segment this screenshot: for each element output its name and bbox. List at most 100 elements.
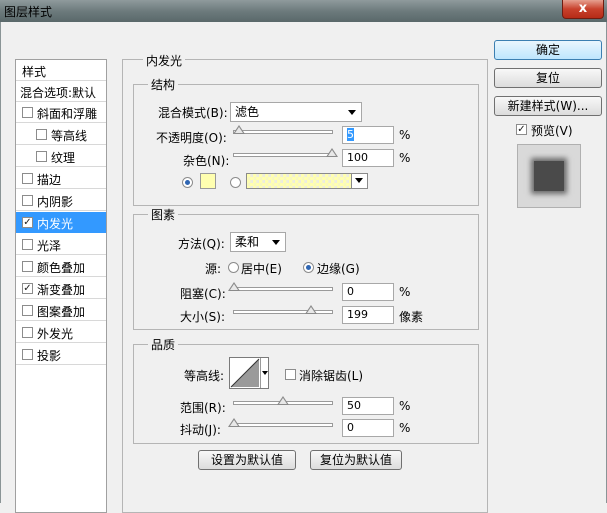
style-item[interactable]: 颜色叠加 xyxy=(16,256,106,277)
chevron-down-icon xyxy=(355,178,363,183)
jitter-slider[interactable] xyxy=(228,418,333,427)
source-label: 源: xyxy=(205,262,222,276)
window-title: 图层样式 xyxy=(4,5,53,19)
noise-slider[interactable] xyxy=(233,148,338,157)
style-item[interactable]: 斜面和浮雕 xyxy=(16,102,106,123)
contour-dropdown[interactable] xyxy=(260,358,268,388)
opacity-input[interactable]: 5 xyxy=(342,126,394,144)
make-default-button[interactable]: 设置为默认值 xyxy=(198,450,296,470)
source-center-radio[interactable] xyxy=(228,262,239,273)
noise-label: 杂色(N): xyxy=(183,154,230,168)
style-item-label: 外发光 xyxy=(37,327,74,341)
style-item-checkbox[interactable] xyxy=(22,173,33,184)
style-item-checkbox[interactable] xyxy=(36,129,47,140)
ok-button[interactable]: 确定 xyxy=(494,40,602,60)
source-edge-label: 边缘(G) xyxy=(317,262,360,276)
styles-header[interactable]: 样式 xyxy=(16,60,106,81)
range-label: 范围(R): xyxy=(180,401,226,415)
style-item[interactable]: 内发光 xyxy=(16,212,106,233)
title-bar[interactable]: 图层样式 x xyxy=(0,0,607,22)
styles-list: 样式 混合选项:默认 斜面和浮雕等高线纹理描边内阴影内发光光泽颜色叠加渐变叠加图… xyxy=(15,59,107,513)
size-slider-thumb[interactable] xyxy=(305,305,318,314)
noise-slider-thumb[interactable] xyxy=(326,148,338,157)
style-item-checkbox[interactable] xyxy=(22,261,33,272)
style-item-checkbox[interactable] xyxy=(22,239,33,250)
preview-label: 预览(V) xyxy=(531,124,573,138)
blend-mode-label: 混合模式(B): xyxy=(158,106,228,120)
range-slider-thumb[interactable] xyxy=(277,396,289,405)
style-item[interactable]: 内阴影 xyxy=(16,190,106,211)
opacity-unit: % xyxy=(399,128,411,142)
size-input[interactable]: 199 xyxy=(342,306,394,324)
jitter-input[interactable]: 0 xyxy=(342,419,394,437)
size-label: 大小(S): xyxy=(180,310,226,324)
style-item[interactable]: 纹理 xyxy=(16,146,106,167)
style-item-label: 图案叠加 xyxy=(37,305,86,319)
range-slider[interactable] xyxy=(233,396,333,405)
styles-header-label: 样式 xyxy=(22,65,47,79)
antialias-checkbox[interactable] xyxy=(285,369,296,380)
preview-checkbox[interactable] xyxy=(516,124,527,135)
style-preview xyxy=(517,144,581,208)
style-item-checkbox[interactable] xyxy=(22,305,33,316)
chevron-down-icon xyxy=(272,240,280,245)
size-slider[interactable] xyxy=(233,305,333,314)
style-item-checkbox[interactable] xyxy=(22,217,33,228)
noise-input[interactable]: 100 xyxy=(342,149,394,167)
gradient-picker[interactable] xyxy=(246,173,368,189)
close-button[interactable]: x xyxy=(562,0,604,19)
contour-picker[interactable] xyxy=(229,357,269,389)
gradient-preview xyxy=(247,174,351,188)
chevron-down-icon xyxy=(348,110,356,115)
style-item-checkbox[interactable] xyxy=(22,327,33,338)
style-item-label: 纹理 xyxy=(51,151,76,165)
blend-mode-select[interactable]: 滤色 xyxy=(230,102,362,122)
reset-default-button[interactable]: 复位为默认值 xyxy=(310,450,402,470)
solid-color-swatch[interactable] xyxy=(200,173,216,189)
style-item-label: 斜面和浮雕 xyxy=(37,107,98,121)
source-edge-radio[interactable] xyxy=(303,262,314,273)
opacity-slider[interactable] xyxy=(232,125,333,134)
style-item-checkbox[interactable] xyxy=(22,195,33,206)
style-item-checkbox[interactable] xyxy=(22,283,33,294)
range-input[interactable]: 50 xyxy=(342,397,394,415)
style-item[interactable]: 外发光 xyxy=(16,322,106,343)
contour-preview-icon xyxy=(230,358,260,388)
style-item[interactable]: 图案叠加 xyxy=(16,300,106,321)
style-item-checkbox[interactable] xyxy=(36,151,47,162)
reset-button[interactable]: 复位 xyxy=(494,68,602,88)
elements-group: 图素 方法(Q): 柔和 源: 居中(E) 边缘(G) 阻塞(C): 0 % 大… xyxy=(133,206,479,330)
solid-color-radio[interactable] xyxy=(182,177,193,188)
jitter-slider-thumb[interactable] xyxy=(228,418,240,427)
method-value: 柔和 xyxy=(235,235,260,249)
style-item-label: 投影 xyxy=(37,349,62,363)
blend-options-item[interactable]: 混合选项:默认 xyxy=(16,81,106,102)
style-item-label: 等高线 xyxy=(51,129,88,143)
style-item[interactable]: 渐变叠加 xyxy=(16,278,106,299)
choke-slider-thumb[interactable] xyxy=(228,282,240,291)
style-item[interactable]: 等高线 xyxy=(16,124,106,145)
structure-group: 结构 混合模式(B): 滤色 不透明度(O): 5 % 杂色(N): 100 % xyxy=(133,76,479,206)
jitter-label: 抖动(J): xyxy=(180,423,221,437)
style-item-checkbox[interactable] xyxy=(22,107,33,118)
style-item-checkbox[interactable] xyxy=(22,349,33,360)
elements-legend: 图素 xyxy=(148,206,179,223)
gradient-radio[interactable] xyxy=(230,177,241,188)
gradient-dropdown[interactable] xyxy=(351,174,367,188)
new-style-button[interactable]: 新建样式(W)... xyxy=(494,96,602,116)
style-item-label: 光泽 xyxy=(37,239,62,253)
choke-slider[interactable] xyxy=(228,282,333,291)
method-select[interactable]: 柔和 xyxy=(230,232,286,252)
choke-unit: % xyxy=(399,285,411,299)
choke-input[interactable]: 0 xyxy=(342,283,394,301)
quality-group: 品质 等高线: 消除锯齿(L) 范围(R): 50 % 抖动(J): 0 % xyxy=(133,336,479,444)
style-item[interactable]: 投影 xyxy=(16,344,106,365)
opacity-slider-thumb[interactable] xyxy=(232,125,245,134)
opacity-label: 不透明度(O): xyxy=(156,131,227,145)
method-label: 方法(Q): xyxy=(178,237,225,251)
blend-options-label: 混合选项:默认 xyxy=(20,86,97,100)
style-item[interactable]: 描边 xyxy=(16,168,106,189)
quality-legend: 品质 xyxy=(148,336,179,353)
style-item-label: 描边 xyxy=(37,173,62,187)
style-item[interactable]: 光泽 xyxy=(16,234,106,255)
